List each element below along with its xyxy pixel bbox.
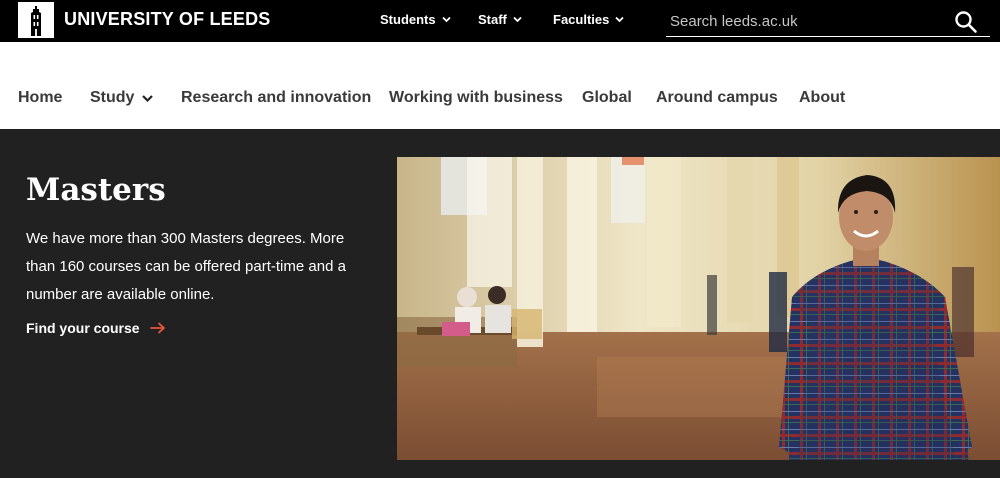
nav-research-and-innovation[interactable]: Research and innovation [181,89,371,107]
hero-banner: Masters We have more than 300 Masters de… [0,129,1000,478]
hero-link-label: Find your course [26,320,140,336]
nav-around-campus[interactable]: Around campus [656,89,778,107]
main-navigation: Home Study Research and innovation Worki… [0,42,1000,129]
brand-name[interactable]: UNIVERSITY OF LEEDS [64,9,271,30]
find-your-course-link[interactable]: Find your course [26,320,166,336]
topnav-label: Staff [478,12,507,27]
arrow-right-icon [149,322,165,334]
topnav-staff[interactable]: Staff [478,12,523,27]
nav-label: About [799,89,846,106]
search-input[interactable] [670,10,940,32]
chevron-down-icon [513,16,522,23]
nav-home[interactable]: Home [18,89,62,107]
nav-study[interactable]: Study [90,89,154,107]
topnav-students[interactable]: Students [380,12,452,27]
nav-label: Global [582,89,632,106]
hero-title: Masters [26,172,166,208]
chevron-down-icon [615,16,624,23]
top-bar: UNIVERSITY OF LEEDS Students Staff Facul… [0,0,1000,42]
search-box [666,6,990,37]
nav-label: Working with business [389,89,563,106]
university-tower-logo-icon[interactable] [18,2,54,38]
topnav-label: Faculties [553,12,610,27]
nav-label: Study [90,89,135,106]
nav-label: Home [18,89,63,106]
topnav-label: Students [380,12,436,27]
chevron-down-icon [441,16,451,23]
nav-about[interactable]: About [799,89,845,107]
nav-label: Around campus [656,89,778,106]
hero-photo-student [397,157,1000,460]
search-icon[interactable] [953,9,979,35]
nav-global[interactable]: Global [582,89,632,107]
chevron-down-icon [142,94,154,102]
hero-description: We have more than 300 Masters degrees. M… [26,230,346,303]
topnav-faculties[interactable]: Faculties [553,12,625,27]
nav-working-with-business[interactable]: Working with business [389,89,563,107]
nav-label: Research and innovation [181,89,372,106]
